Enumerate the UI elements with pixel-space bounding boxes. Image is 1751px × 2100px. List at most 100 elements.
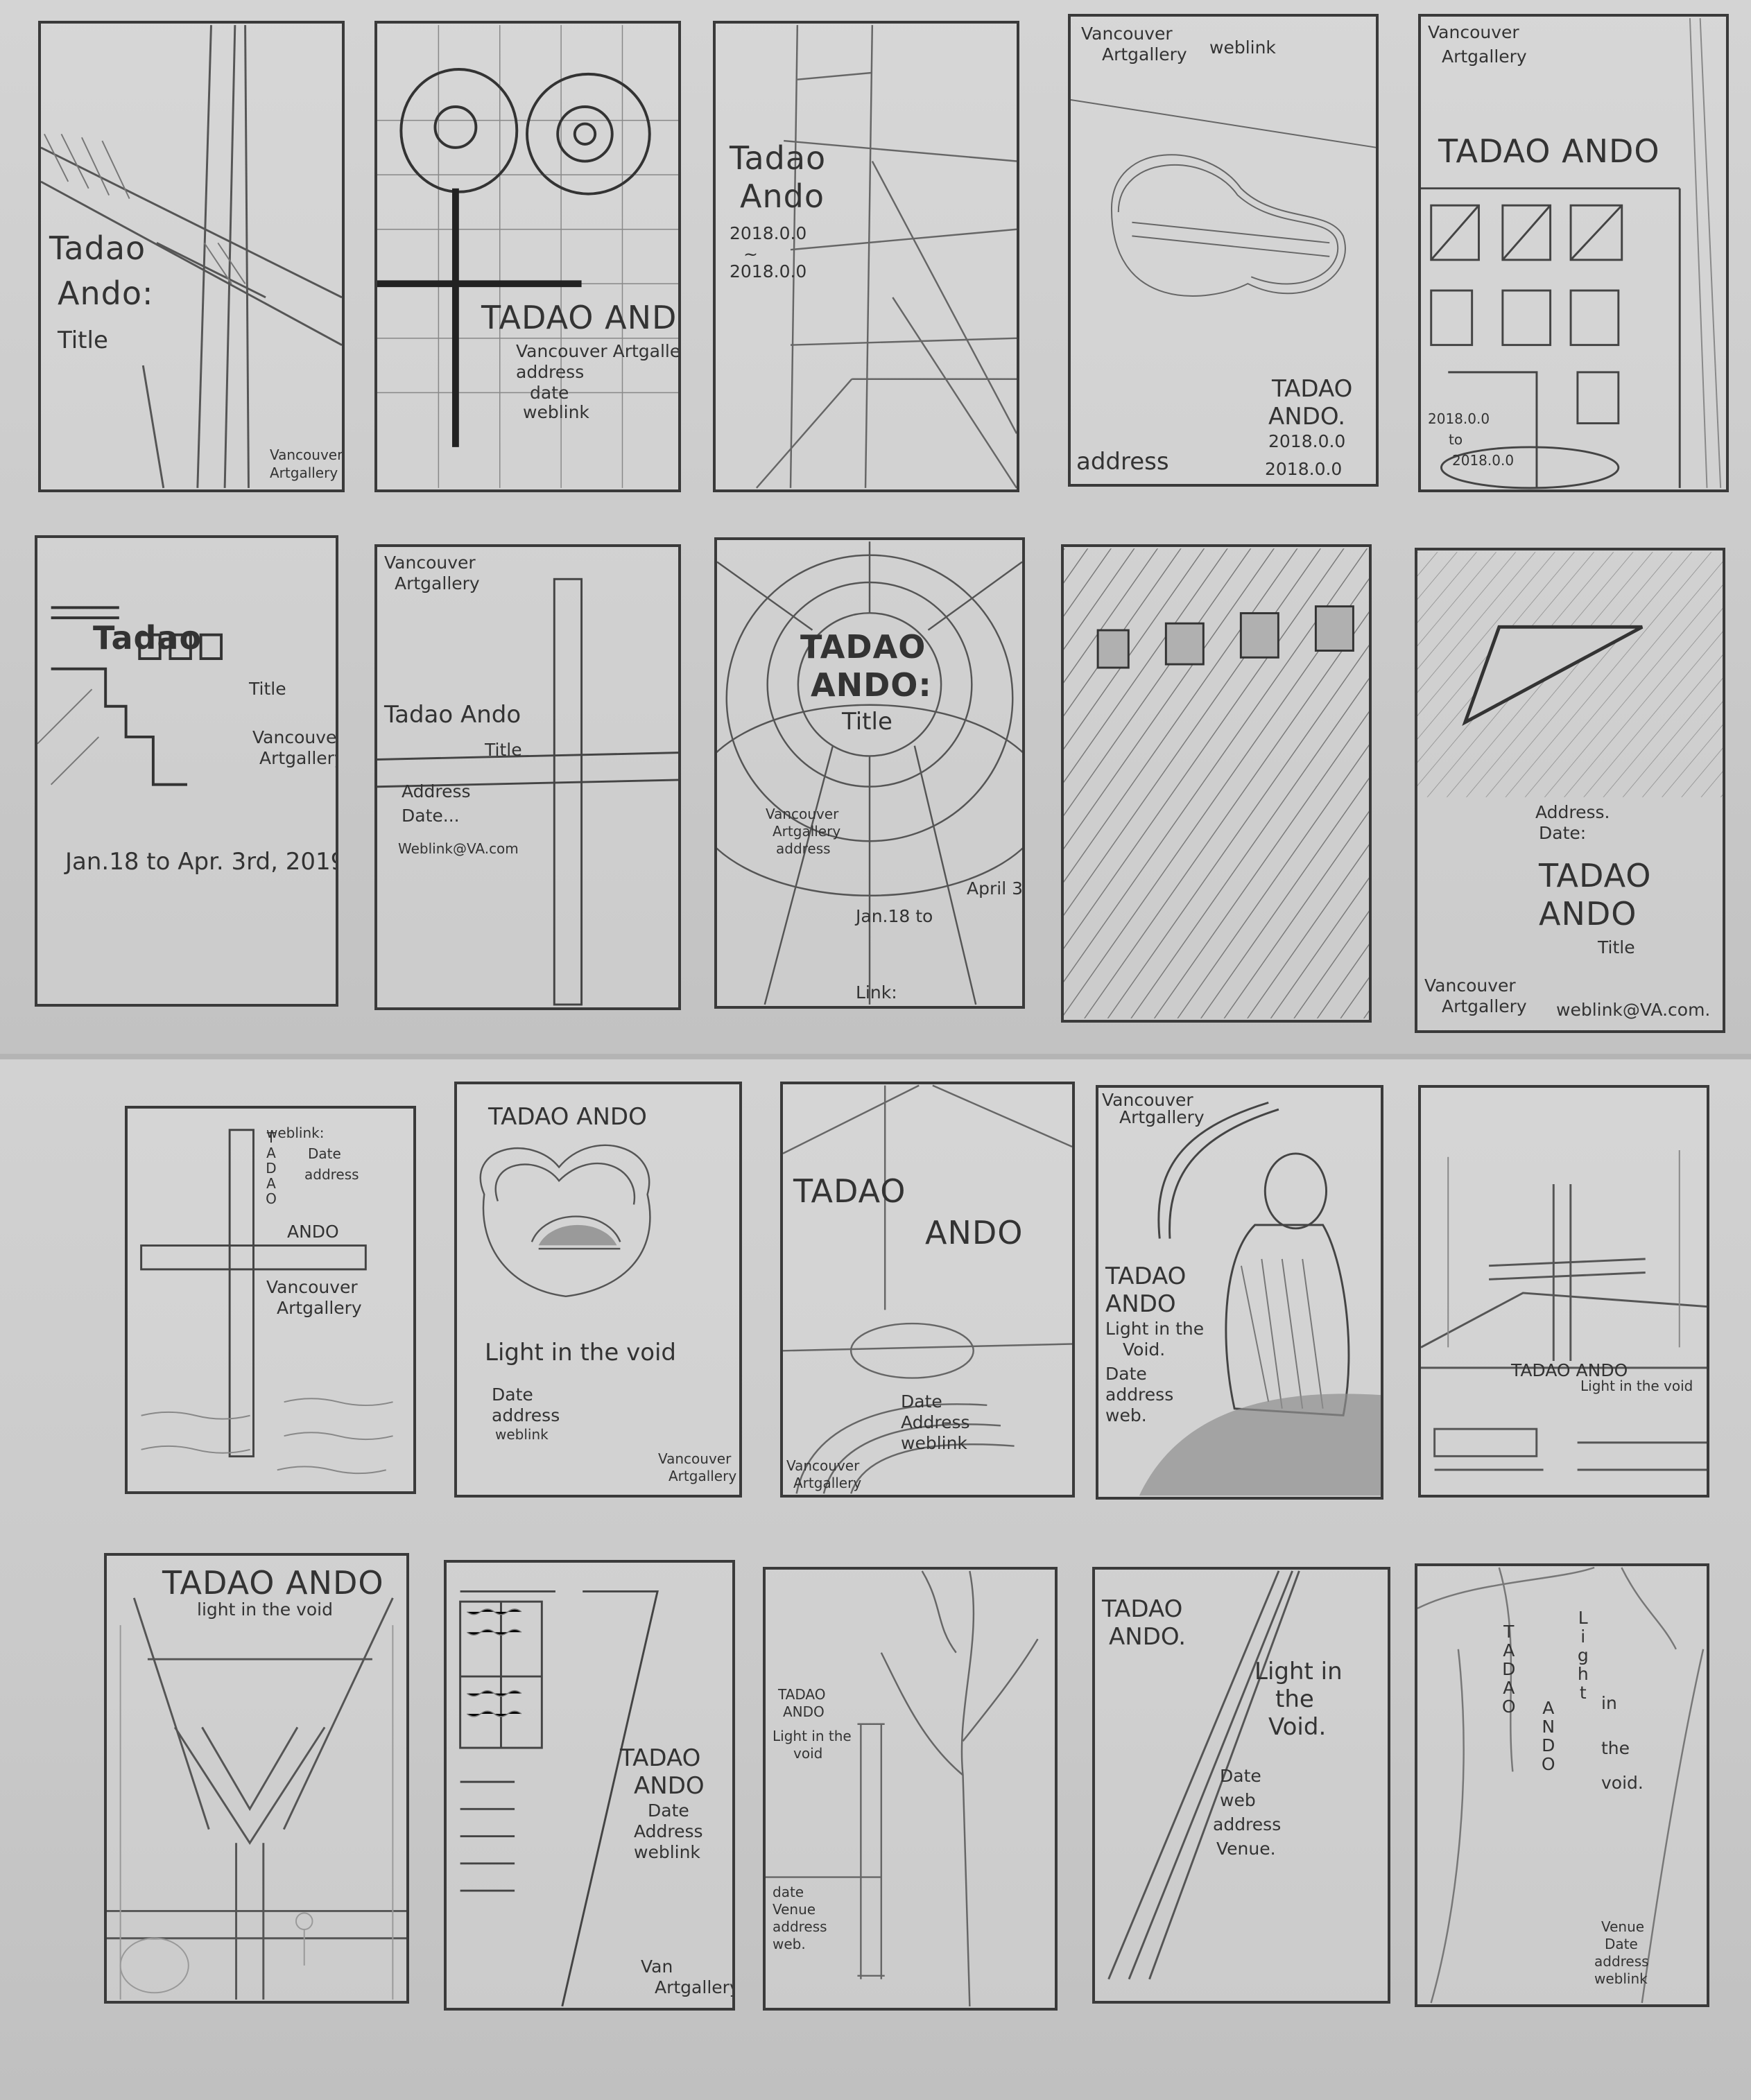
- thumbnail-sketch: weblink: Date address TADAO ANDO Vancouv…: [125, 1106, 416, 1494]
- date-text: 2018.0.0: [730, 261, 807, 281]
- subtitle-text: Light in the void: [1580, 1378, 1693, 1394]
- venue-text: Artgallery: [270, 465, 338, 481]
- address-text: address: [516, 362, 585, 382]
- weblink-text: web: [1220, 1790, 1256, 1810]
- title-text: Ando: [740, 177, 825, 215]
- weblink-text: Weblink@VA.com: [398, 840, 519, 857]
- date-text: 2018.0.0: [1452, 452, 1515, 469]
- title-text: ANDO: [287, 1222, 339, 1242]
- date-text: Jan.18 to Apr. 3rd, 2019: [65, 848, 338, 876]
- title-text: ANDO: [634, 1772, 705, 1800]
- date-text: April 3: [967, 878, 1023, 899]
- date-text: Jan.18 to: [856, 906, 933, 926]
- venue-text: Venue.: [1216, 1839, 1276, 1859]
- address-text: address: [1105, 1385, 1174, 1405]
- address-text: Address: [901, 1412, 970, 1432]
- venue-text: Artgallery: [277, 1298, 362, 1318]
- thumbnail-sketch: Tadao Title Vancouver Artgallery Jan.18 …: [35, 535, 338, 1007]
- title-text: ANDO:: [811, 666, 932, 704]
- weblink-text: weblink: [1209, 37, 1276, 58]
- venue-text: Artgallery: [1119, 1107, 1205, 1127]
- venue-text: Artgallery: [773, 823, 841, 840]
- venue-text: Artgallery: [793, 1475, 862, 1491]
- date-text: Date:: [1539, 823, 1587, 843]
- subtitle-text: Title: [485, 740, 522, 760]
- thumbnail-sketch: TADAO ANDO Light in the void: [1418, 1085, 1709, 1498]
- date-text: 2018.0.0: [1428, 410, 1490, 427]
- title-text: ANDO.: [1109, 1623, 1187, 1651]
- title-text: TADAO ANDO: [1438, 132, 1660, 170]
- date-text: 2018.0.0: [1265, 459, 1343, 479]
- title-text: ANDO: [1538, 1698, 1559, 1773]
- title-text: TADAO ANDO: [162, 1564, 384, 1602]
- date-text: Date: [1605, 1936, 1638, 1952]
- trapezoid-void-drawing: [1417, 552, 1723, 797]
- venue-text: Artgallery: [1102, 44, 1187, 64]
- title-text: ANDO: [1105, 1290, 1176, 1318]
- title-text: TADAO: [800, 628, 926, 666]
- venue-text: Artgallery: [395, 573, 480, 593]
- weblink-text: web.: [773, 1936, 806, 1952]
- thumbnail-sketch: Tadao Ando 2018.0.0 ~ 2018.0.0: [713, 21, 1019, 492]
- date-text: Date: [1105, 1364, 1147, 1384]
- thumbnail-sketch: Vancouver Artgallery weblink TADAO ANDO.…: [1068, 14, 1379, 487]
- title-text: TADAO: [1539, 857, 1652, 894]
- date-text: Date: [492, 1385, 533, 1405]
- venue-text: Vancouver: [384, 553, 476, 573]
- thumbnail-sketch: [1061, 544, 1372, 1023]
- thumbnail-sketch: Address. Date: TADAO ANDO Title Vancouve…: [1415, 548, 1725, 1033]
- title-text: TADAO: [1499, 1622, 1519, 1715]
- address-text: address: [1076, 448, 1169, 476]
- date-text: date: [530, 383, 569, 403]
- subtitle-text: light in the void: [197, 1599, 333, 1620]
- venue-text: Venue: [1601, 1918, 1645, 1935]
- page-divider: [0, 1054, 1751, 1059]
- light-cross-drawing: [377, 578, 678, 1006]
- subtitle-text: in: [1601, 1693, 1617, 1713]
- date-text: Date...: [402, 806, 460, 826]
- subtitle-text: Title: [249, 679, 286, 699]
- address-text: Address.: [1535, 802, 1610, 822]
- address-text: Address: [402, 781, 471, 801]
- oculus-drawing: [717, 541, 1022, 1005]
- title-text: TADAO: [263, 1129, 279, 1206]
- weblink-text: weblink: [495, 1426, 549, 1443]
- date-text: to: [1449, 431, 1463, 448]
- title-text: Tadao: [730, 139, 827, 177]
- title-text: TADAO: [1105, 1262, 1187, 1290]
- y-column-drawing: [107, 1597, 406, 2000]
- venue-text: Vancouver: [786, 1457, 860, 1474]
- subtitle-text: Light in the: [773, 1728, 852, 1744]
- thumbnail-sketch: Vancouver Artgallery TADAO ANDO Light in…: [1096, 1085, 1383, 1500]
- subtitle-text: the: [1275, 1685, 1314, 1713]
- venue-text: Artgallery: [669, 1468, 737, 1484]
- stepped-letters-drawing: [37, 606, 223, 786]
- date-text: Date: [901, 1391, 942, 1412]
- venue-text: Venue: [773, 1901, 816, 1918]
- subtitle-text: Title: [1598, 937, 1635, 957]
- subtitle-text: void: [793, 1745, 823, 1762]
- subtitle-text: Light in the void: [485, 1339, 677, 1366]
- venue-text: Vancouver: [766, 806, 839, 822]
- title-text: ANDO.: [1268, 403, 1346, 431]
- weblink-text: Link:: [856, 982, 897, 1003]
- address-text: address: [304, 1166, 359, 1183]
- thumbnail-sketch: TADAO ANDO Light in the void. Venue Date…: [1415, 1563, 1709, 2007]
- venue-text: Vancouver Artgallery: [516, 341, 681, 361]
- venue-text: Vancouver: [1081, 24, 1173, 44]
- venue-text: Artgallery: [1442, 46, 1527, 67]
- title-text: TADAO: [778, 1686, 826, 1703]
- address-text: address: [1594, 1953, 1649, 1970]
- title-text: TADAO: [620, 1744, 701, 1772]
- thumbnail-sketch: TADAO ANDO Vancouver Artgallery address …: [374, 21, 681, 492]
- venue-text: Vancouver: [658, 1450, 732, 1467]
- date-text: Date: [308, 1145, 341, 1162]
- title-text: ANDO: [925, 1214, 1024, 1251]
- date-text: 2018.0.0: [1268, 431, 1346, 451]
- subtitle-text: the: [1601, 1738, 1630, 1758]
- weblink-text: weblink: [1594, 1970, 1648, 1987]
- date-text: Date: [1220, 1766, 1261, 1786]
- forest-path-drawing: [1417, 1566, 1705, 2004]
- subtitle-text: void.: [1601, 1773, 1644, 1793]
- thumbnail-sketch: TADAO ANDO light in the void: [104, 1553, 409, 2004]
